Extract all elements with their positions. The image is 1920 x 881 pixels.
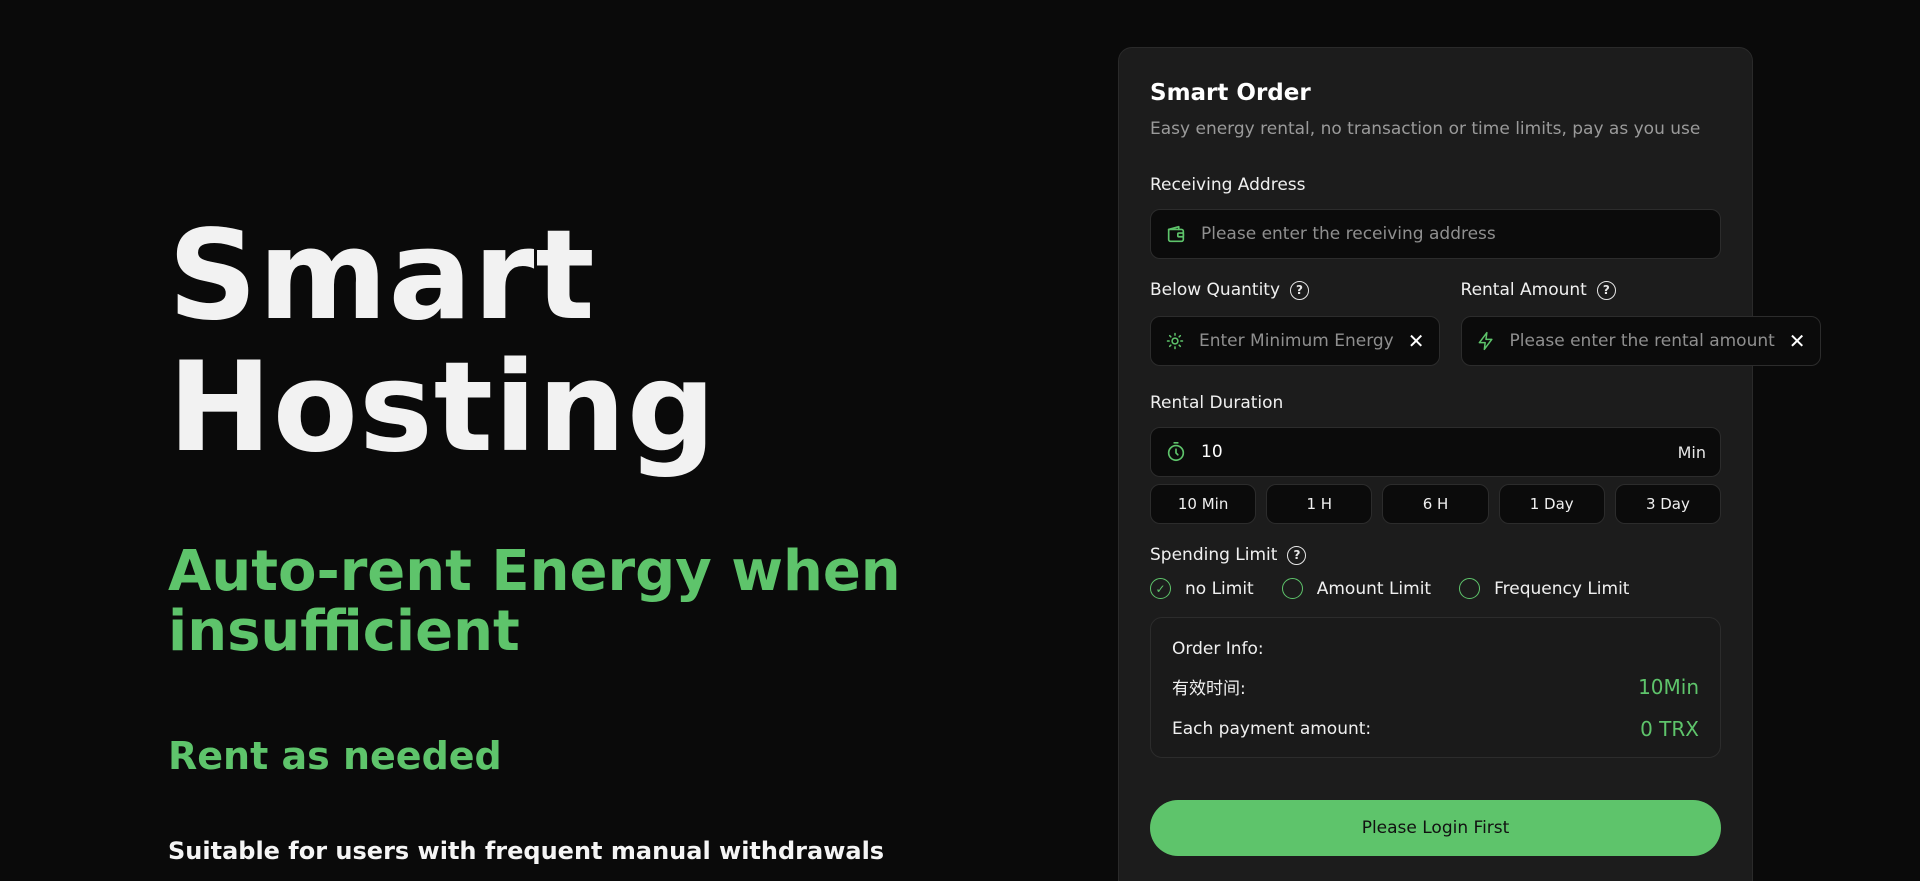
payment-amount-value: 0 TRX bbox=[1640, 717, 1699, 741]
rental-duration-group: Rental Duration 10 Min 10 Min 1 H 6 H 1 … bbox=[1150, 392, 1722, 524]
below-quantity-label: Below Quantity bbox=[1150, 280, 1281, 300]
rental-amount-input[interactable]: Please enter the rental amount ✕ bbox=[1460, 316, 1821, 366]
below-quantity-label-wrap: Below Quantity ? bbox=[1150, 279, 1440, 301]
spending-limit-label-wrap: Spending Limit ? bbox=[1150, 544, 1721, 566]
below-quantity-placeholder: Enter Minimum Energy bbox=[1199, 331, 1394, 351]
rental-amount-group: Rental Amount ? Please enter the rental … bbox=[1460, 279, 1821, 366]
duration-option-1-h[interactable]: 1 H bbox=[1266, 484, 1373, 524]
login-button[interactable]: Please Login First bbox=[1150, 800, 1721, 856]
below-quantity-group: Below Quantity ? Enter Minimum Energy ✕ bbox=[1150, 279, 1440, 366]
rental-duration-label: Rental Duration bbox=[1150, 393, 1284, 413]
page: Smart Hosting Auto-rent Energy when insu… bbox=[0, 0, 1920, 881]
rental-amount-label: Rental Amount bbox=[1460, 280, 1587, 300]
radio-label: no Limit bbox=[1185, 578, 1254, 599]
card-subtitle: Easy energy rental, no transaction or ti… bbox=[1150, 119, 1701, 139]
order-info-box: Order Info: 有效时间: 10Min Each payment amo… bbox=[1150, 617, 1721, 758]
close-icon[interactable]: ✕ bbox=[1408, 331, 1425, 351]
radio-no-limit[interactable]: ✓ no Limit bbox=[1150, 578, 1254, 599]
radio-frequency-limit[interactable]: Frequency Limit bbox=[1459, 578, 1629, 599]
hero-subtitle: Auto-rent Energy when insufficient bbox=[168, 539, 901, 664]
order-info-valid-time-row: 有效时间: 10Min bbox=[1172, 674, 1699, 700]
question-icon[interactable]: ? bbox=[1287, 545, 1307, 565]
checkmark-icon: ✓ bbox=[1150, 578, 1171, 599]
radio-label: Frequency Limit bbox=[1494, 578, 1630, 599]
receiving-address-placeholder: Please enter the receiving address bbox=[1201, 224, 1496, 244]
hero-title: Smart Hosting bbox=[168, 204, 717, 480]
hero-section: Smart Hosting Auto-rent Energy when insu… bbox=[168, 210, 1068, 866]
order-info-payment-row: Each payment amount: 0 TRX bbox=[1172, 717, 1699, 741]
card-title: Smart Order bbox=[1150, 80, 1311, 106]
duration-option-3-day[interactable]: 3 Day bbox=[1614, 484, 1722, 524]
hero-description: Suitable for users with frequent manual … bbox=[168, 837, 885, 865]
rental-duration-unit: Min bbox=[1677, 442, 1706, 462]
receiving-address-input[interactable]: Please enter the receiving address bbox=[1150, 209, 1721, 259]
rental-amount-label-wrap: Rental Amount ? bbox=[1461, 279, 1821, 301]
duration-option-10-min[interactable]: 10 Min bbox=[1150, 484, 1257, 524]
smart-order-card: Smart Order Easy energy rental, no trans… bbox=[1118, 47, 1821, 881]
duration-options: 10 Min 1 H 6 H 1 Day 3 Day bbox=[1150, 484, 1722, 524]
radio-circle-icon bbox=[1281, 578, 1303, 599]
wallet-icon bbox=[1167, 225, 1185, 243]
question-icon[interactable]: ? bbox=[1290, 280, 1310, 300]
duration-option-1-day[interactable]: 1 Day bbox=[1498, 484, 1605, 524]
radio-amount-limit[interactable]: Amount Limit bbox=[1281, 578, 1432, 599]
quantity-amount-row: Below Quantity ? Enter Minimum Energy ✕ … bbox=[1150, 279, 1821, 366]
question-icon[interactable]: ? bbox=[1596, 280, 1616, 300]
lightning-icon bbox=[1478, 331, 1493, 351]
spending-limit-group: Spending Limit ? ✓ no Limit Amount Limit… bbox=[1150, 544, 1721, 599]
payment-amount-label: Each payment amount: bbox=[1172, 719, 1372, 739]
rental-duration-input[interactable]: 10 Min bbox=[1150, 427, 1721, 477]
receiving-address-group: Receiving Address Please enter the recei… bbox=[1150, 174, 1721, 259]
rental-duration-value: 10 bbox=[1201, 442, 1223, 462]
spending-limit-label: Spending Limit bbox=[1150, 545, 1278, 565]
valid-time-value: 10Min bbox=[1638, 674, 1699, 699]
timer-icon bbox=[1167, 442, 1185, 462]
rental-amount-placeholder: Please enter the rental amount bbox=[1509, 331, 1775, 351]
below-quantity-input[interactable]: Enter Minimum Energy ✕ bbox=[1150, 316, 1440, 366]
order-info-title: Order Info: bbox=[1172, 639, 1264, 659]
valid-time-label: 有效时间: bbox=[1172, 679, 1246, 699]
sun-icon bbox=[1166, 332, 1184, 350]
hero-rent-text: Rent as needed bbox=[168, 734, 502, 778]
radio-label: Amount Limit bbox=[1316, 578, 1432, 599]
radio-circle-icon bbox=[1459, 578, 1481, 599]
close-icon[interactable]: ✕ bbox=[1789, 331, 1806, 351]
duration-option-6-h[interactable]: 6 H bbox=[1382, 484, 1489, 524]
spending-limit-options: ✓ no Limit Amount Limit Frequency Limit bbox=[1150, 578, 1721, 599]
receiving-address-label: Receiving Address bbox=[1150, 175, 1306, 195]
